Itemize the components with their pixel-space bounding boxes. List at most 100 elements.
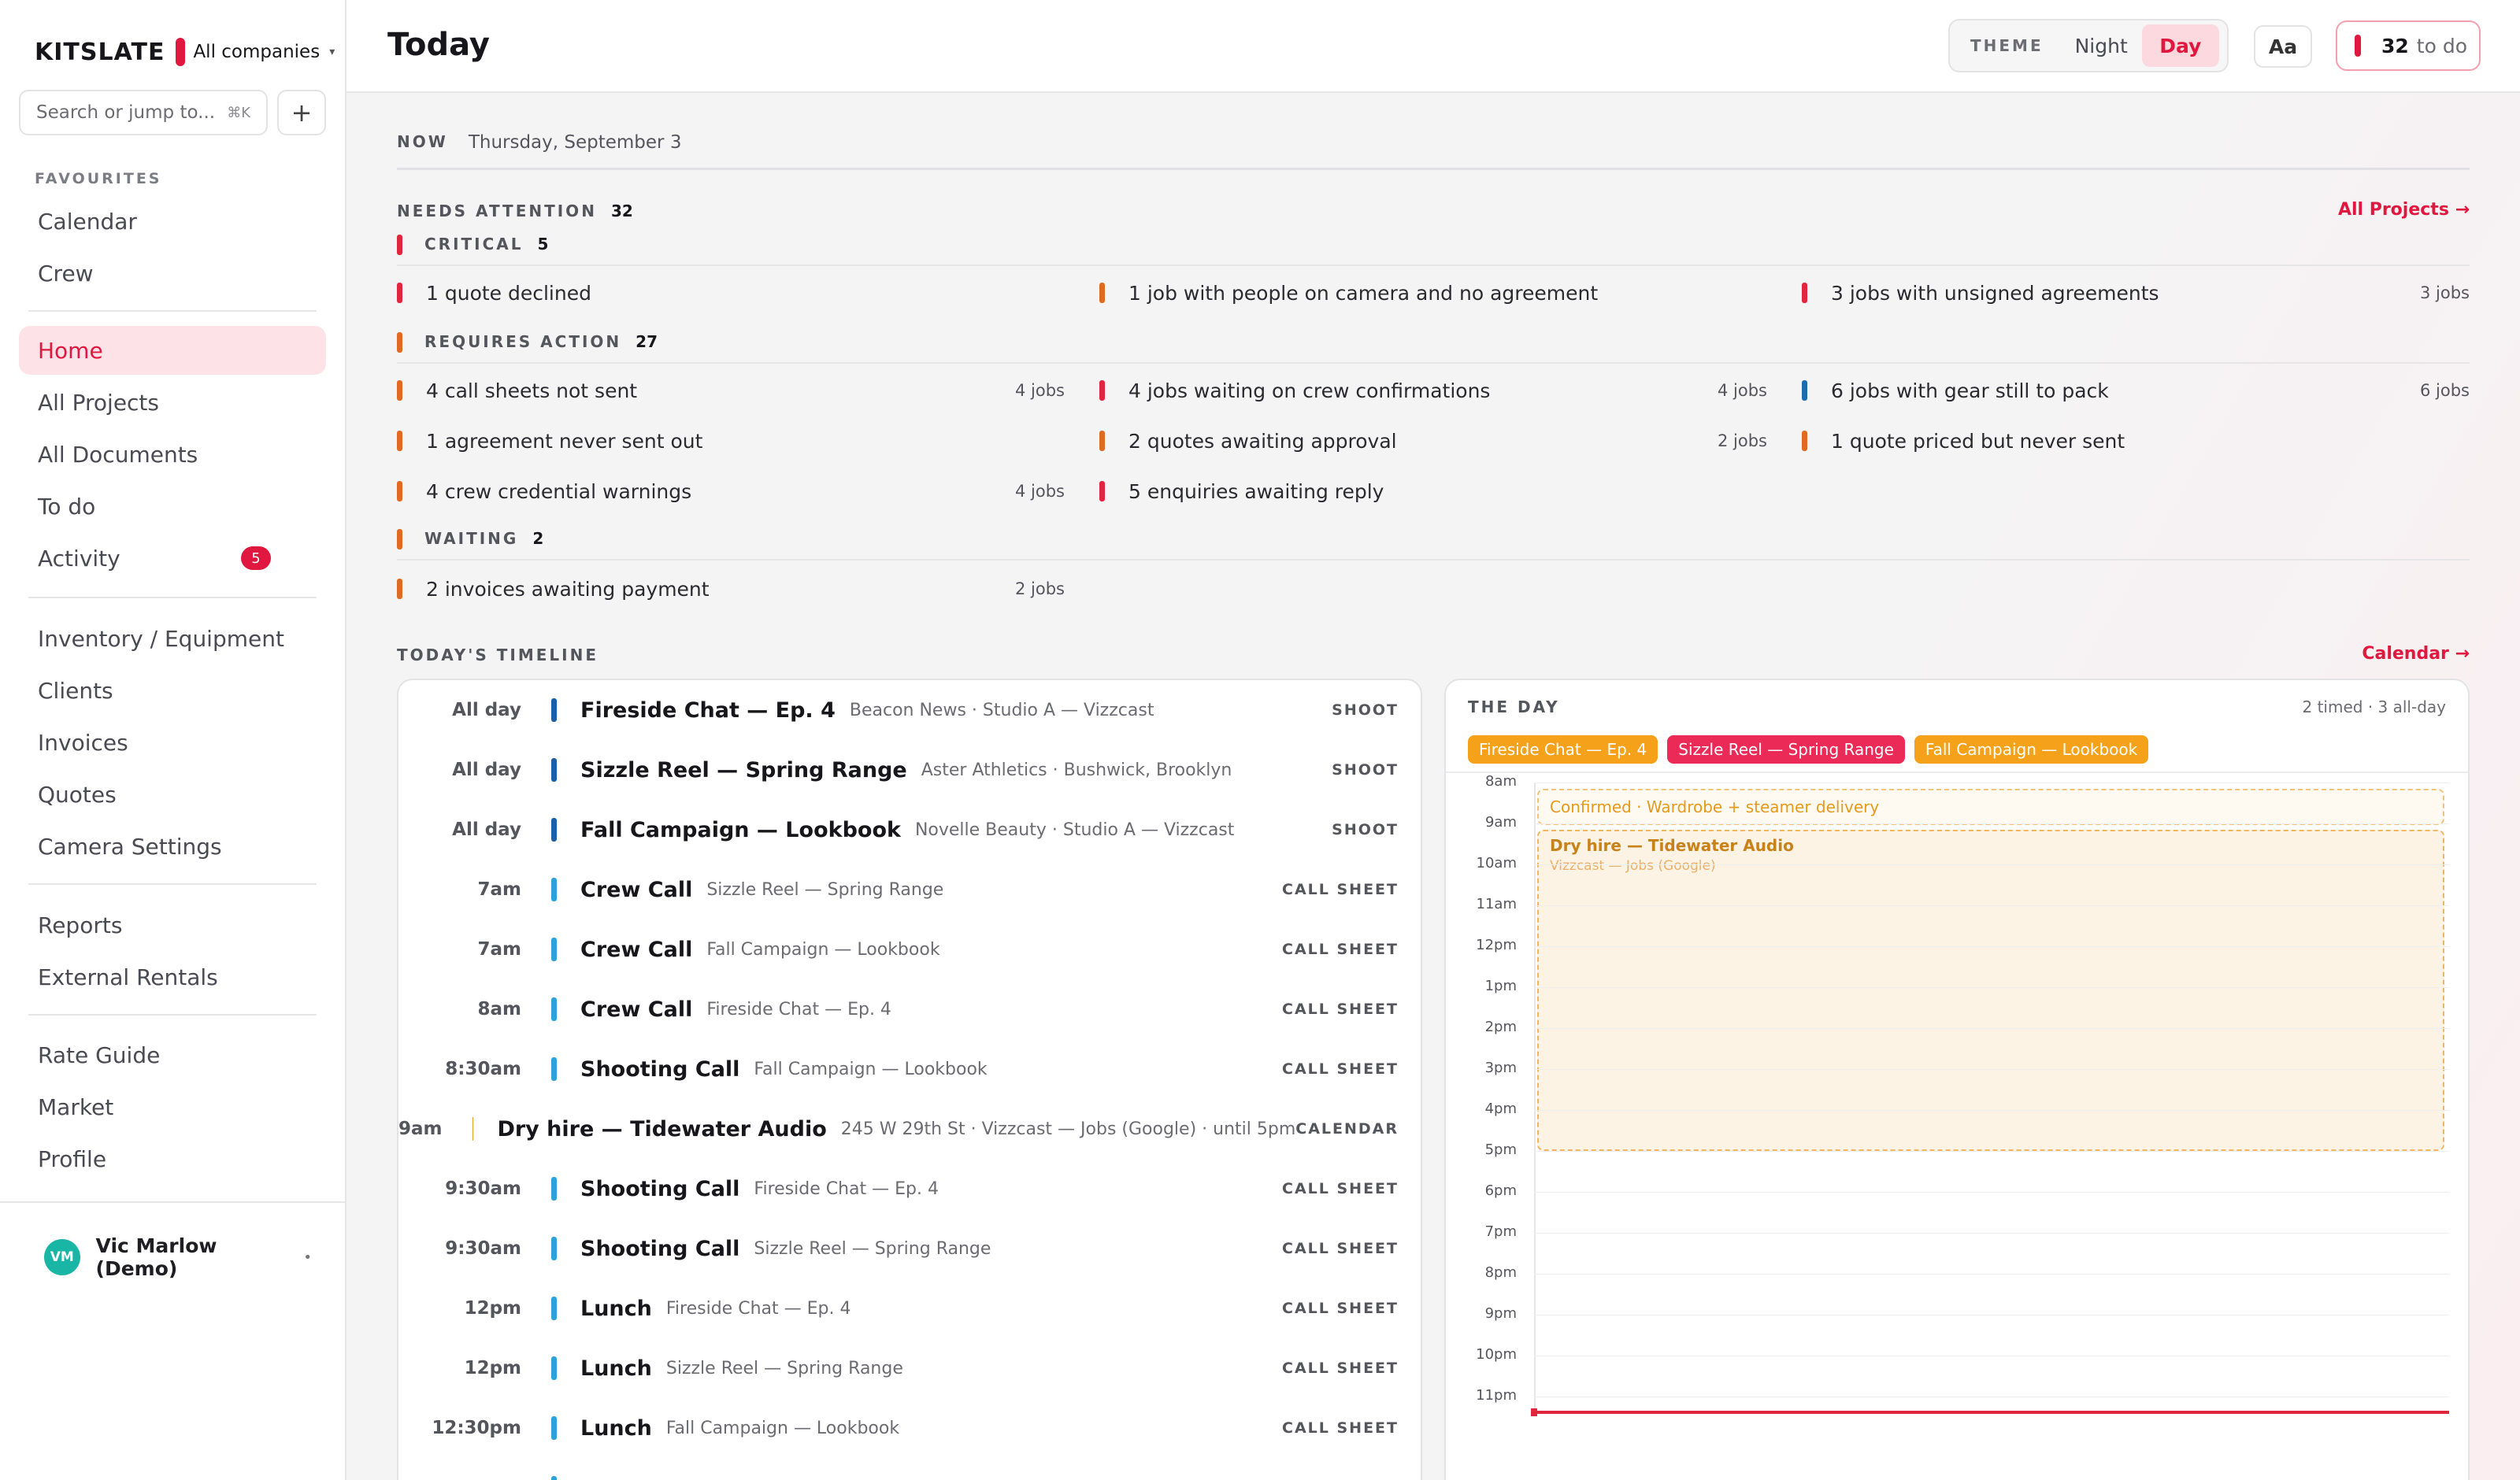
issue-item[interactable]: 3 jobs with unsigned agreements 3 jobs [1802, 277, 2470, 309]
calendar-link[interactable]: Calendar → [2362, 644, 2470, 664]
calendar-event-confirmed[interactable]: Confirmed · Wardrobe + steamer delivery [1537, 789, 2444, 825]
sidebar-item-invoices[interactable]: Invoices [19, 718, 326, 767]
timeline-row[interactable]: 7am Crew Call Sizzle Reel — Spring Range CA… [398, 860, 1421, 919]
group-count: 27 [636, 332, 658, 351]
issue-item[interactable]: 4 call sheets not sent 4 jobs [397, 375, 1065, 406]
all-day-event-chip[interactable]: Fireside Chat — Ep. 4 [1468, 735, 1658, 764]
timeline-row[interactable]: 9:30am Shooting Call Fireside Chat — Ep. 4… [398, 1159, 1421, 1219]
all-day-events: Fireside Chat — Ep. 4 Sizzle Reel — Spri… [1468, 735, 2158, 764]
sidebar-item-calendar[interactable]: Calendar [19, 197, 326, 246]
issue-item[interactable]: 2 quotes awaiting approval 2 jobs [1099, 425, 1767, 457]
sidebar-item-crew[interactable]: Crew [19, 249, 326, 298]
event-color-marker [551, 1237, 557, 1260]
timeline-subtitle: Fireside Chat — Ep. 4 [665, 1298, 851, 1319]
hour-gridline [1534, 1192, 2449, 1193]
timeline-time: 7am [477, 939, 522, 960]
sidebar-item-camera-settings[interactable]: Camera Settings [19, 822, 326, 871]
timeline-subtitle: Beacon News · Studio A — Vizzcast [849, 700, 1154, 720]
severity-marker [397, 481, 402, 501]
timeline-row[interactable]: 12:30pm Lunch Fall Campaign — Lookbook CALL… [398, 1398, 1421, 1458]
sidebar-item-inventory[interactable]: Inventory / Equipment [19, 614, 326, 663]
severity-marker [397, 579, 402, 599]
hour-grid: Confirmed · Wardrobe + steamer delivery … [1446, 773, 2468, 1480]
sidebar-item-external-rentals[interactable]: External Rentals [19, 953, 326, 1001]
timeline-row[interactable]: 12pm Lunch Sizzle Reel — Spring Range CALL … [398, 1338, 1421, 1398]
timeline-row[interactable] [398, 1458, 1421, 1480]
timeline-row[interactable]: All day Fireside Chat — Ep. 4 Beacon News … [398, 680, 1421, 740]
timeline-row[interactable]: All day Fall Campaign — Lookbook Novelle B… [398, 800, 1421, 860]
event-color-marker [551, 698, 557, 722]
issue-item[interactable]: 1 job with people on camera and no agree… [1099, 277, 1767, 309]
all-day-event-chip[interactable]: Fall Campaign — Lookbook [1914, 735, 2149, 764]
severity-marker [397, 431, 402, 451]
sidebar-item-all-documents[interactable]: All Documents [19, 430, 326, 479]
group-critical: CRITICAL 5 [397, 235, 2470, 266]
timeline-row[interactable]: 8:30am Shooting Call Fall Campaign — Lookb… [398, 1039, 1421, 1099]
sidebar-item-all-projects[interactable]: All Projects [19, 378, 326, 427]
all-projects-link[interactable]: All Projects → [2338, 200, 2470, 220]
timeline-row[interactable]: 8am Crew Call Fireside Chat — Ep. 4 CALL SH… [398, 979, 1421, 1039]
add-button[interactable]: + [277, 90, 326, 135]
issue-item[interactable]: 5 enquiries awaiting reply [1099, 475, 1767, 507]
sidebar-item-reports[interactable]: Reports [19, 901, 326, 949]
section-label: NEEDS ATTENTION [397, 202, 597, 220]
timeline-row[interactable]: All day Sizzle Reel — Spring Range Aster A… [398, 740, 1421, 800]
hour-gridline [1534, 1110, 2449, 1111]
severity-marker [397, 235, 402, 255]
sidebar-item-profile[interactable]: Profile [19, 1134, 326, 1183]
user-menu[interactable]: VM Vic Marlow (Demo) • [44, 1234, 312, 1280]
sidebar-item-activity[interactable]: Activity 5 [19, 534, 326, 583]
severity-marker [1802, 380, 1807, 401]
now-label: NOW [397, 132, 448, 151]
event-color-marker [551, 1476, 557, 1480]
issue-item[interactable]: 1 quote priced but never sent [1802, 425, 2470, 457]
issue-item[interactable]: 1 agreement never sent out [397, 425, 1065, 457]
theme-label: THEME [1970, 36, 2044, 55]
timeline-time: All day [452, 820, 521, 840]
calendar-event-dry-hire[interactable]: Dry hire — Tidewater Audio Vizzcast — Jo… [1537, 830, 2444, 1151]
sidebar-item-label: Activity [38, 545, 120, 572]
timeline-row[interactable]: 7am Crew Call Fall Campaign — Lookbook CALL… [398, 919, 1421, 979]
theme-option-night[interactable]: Night [2075, 35, 2128, 57]
hour-label: 11pm [1476, 1387, 1517, 1404]
sidebar-item-home[interactable]: Home [19, 326, 326, 375]
sidebar-item-label: Calendar [38, 208, 137, 235]
group-label: REQUIRES ACTION [424, 332, 622, 351]
hour-gridline [1534, 864, 2449, 865]
sidebar-item-rate-guide[interactable]: Rate Guide [19, 1030, 326, 1079]
timeline-type: CALL SHEET [1282, 1300, 1399, 1317]
timeline-row[interactable]: 12pm Lunch Fireside Chat — Ep. 4 CALL SHEET [398, 1278, 1421, 1338]
timeline-type: CALENDAR [1295, 1120, 1399, 1138]
hour-label: 10pm [1476, 1346, 1517, 1363]
issue-text: 5 enquiries awaiting reply [1128, 479, 1384, 503]
sidebar-item-quotes[interactable]: Quotes [19, 770, 326, 819]
issue-item[interactable]: 6 jobs with gear still to pack 6 jobs [1802, 375, 2470, 406]
needs-attention-heading: NEEDS ATTENTION 32 [397, 202, 633, 220]
sidebar-item-market[interactable]: Market [19, 1082, 326, 1131]
issue-text: 4 crew credential warnings [426, 479, 692, 503]
all-day-event-chip[interactable]: Sizzle Reel — Spring Range [1667, 735, 1905, 764]
todo-button[interactable]: 32 to do [2336, 20, 2481, 71]
theme-option-day[interactable]: Day [2141, 24, 2219, 67]
timeline-subtitle: Aster Athletics · Bushwick, Brooklyn [921, 760, 1232, 780]
timeline-row[interactable]: 9am Dry hire — Tidewater Audio 245 W 29th … [398, 1099, 1421, 1159]
issue-item[interactable]: 4 crew credential warnings 4 jobs [397, 475, 1065, 507]
issue-text: 1 agreement never sent out [426, 429, 703, 453]
font-size-button[interactable]: Aa [2254, 25, 2312, 68]
issue-item[interactable]: 4 jobs waiting on crew confirmations 4 jo… [1099, 375, 1767, 406]
sidebar-item-to-do[interactable]: To do [19, 482, 326, 531]
hour-gridline [1534, 1274, 2449, 1275]
issue-item[interactable]: 1 quote declined [397, 277, 1065, 309]
timeline-row[interactable]: 9:30am Shooting Call Sizzle Reel — Spring … [398, 1219, 1421, 1278]
issue-item[interactable]: 2 invoices awaiting payment 2 jobs [397, 573, 1065, 605]
event-color-marker [551, 1356, 557, 1380]
company-selector[interactable]: All companies [193, 42, 320, 62]
search-input[interactable]: Search or jump to... ⌘K [19, 90, 268, 135]
hour-label: 4pm [1484, 1101, 1517, 1117]
severity-marker [1099, 431, 1105, 451]
timeline-subtitle: Sizzle Reel — Spring Range [706, 879, 944, 900]
more-icon[interactable]: • [303, 1249, 312, 1266]
sidebar-item-clients[interactable]: Clients [19, 666, 326, 715]
brand-switcher[interactable]: KITSLATE All companies ▾ [35, 36, 335, 68]
hour-label: 8pm [1484, 1264, 1517, 1281]
